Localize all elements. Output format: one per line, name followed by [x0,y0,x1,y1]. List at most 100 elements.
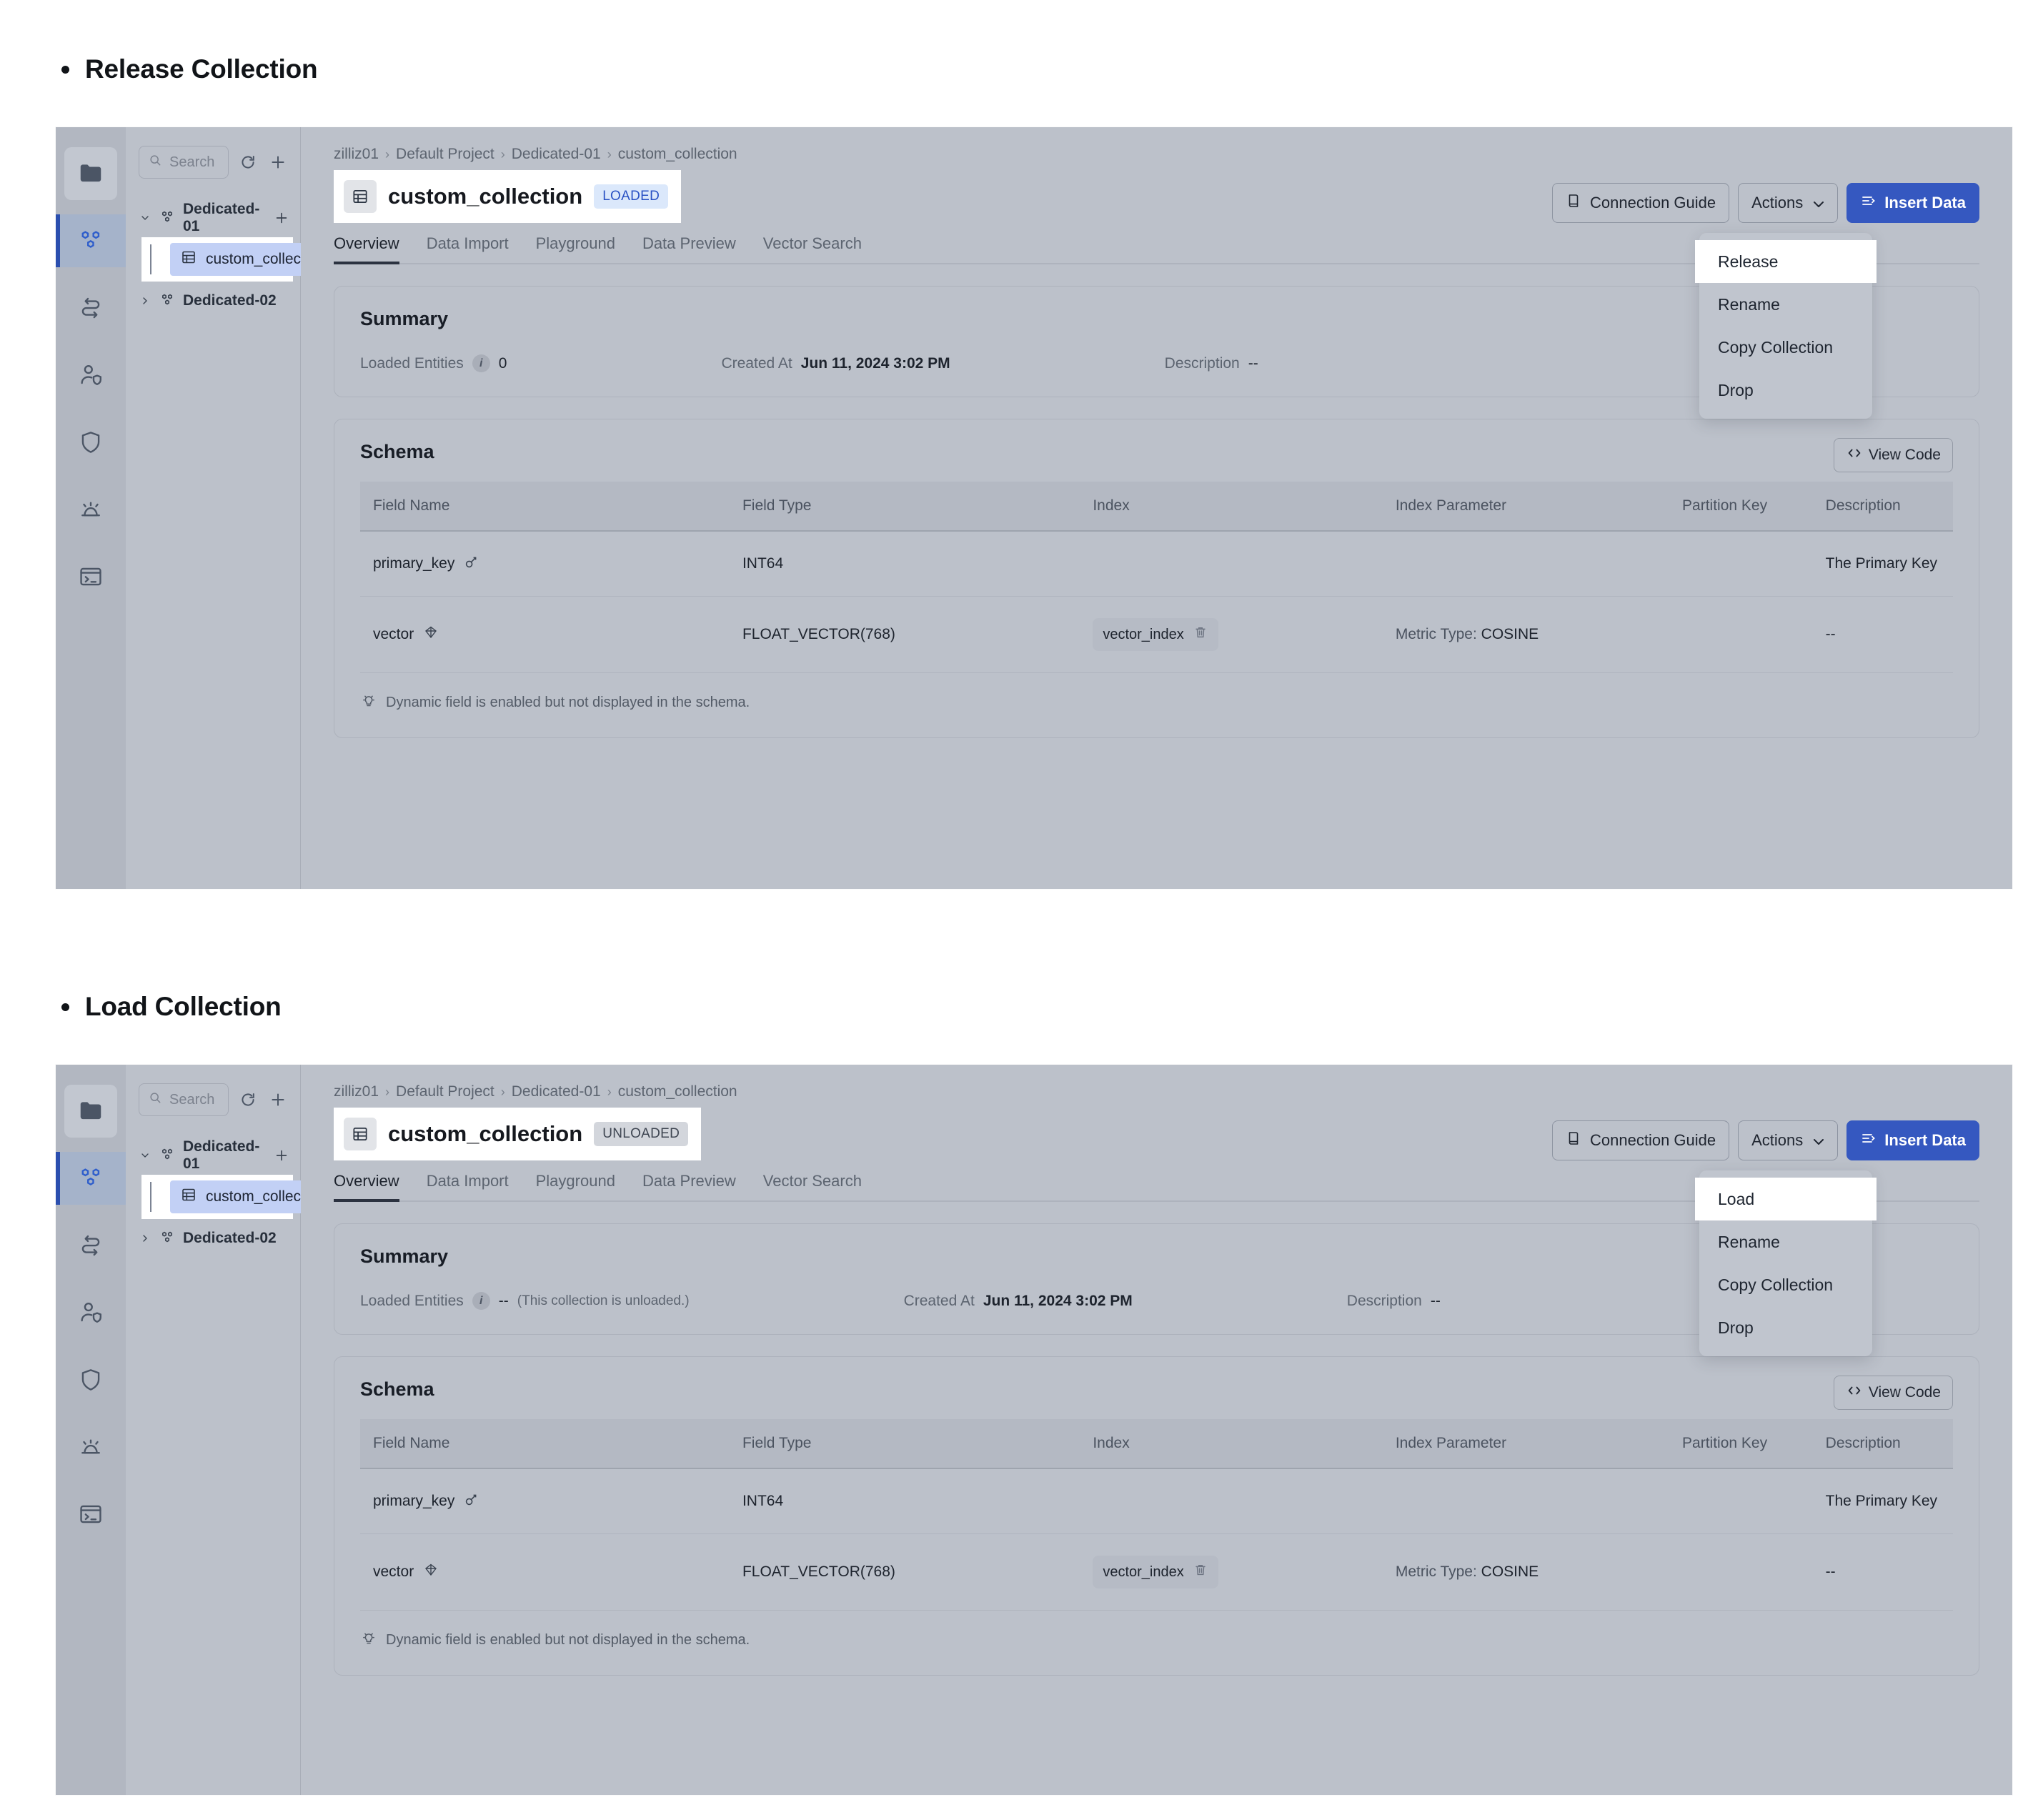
folder-icon[interactable] [64,147,117,200]
schema-table: Field Name Field Type Index Index Parame… [360,1419,1953,1611]
tree-guide-line [150,244,151,274]
cluster-icon[interactable] [56,214,126,267]
tree-item-label: Dedicated-01 [183,1138,260,1172]
cluster-icon [159,292,176,309]
info-icon[interactable]: i [472,1292,490,1310]
menu-item-rename[interactable]: Rename [1699,283,1872,326]
breadcrumb-item-cluster[interactable]: Dedicated-01 [512,146,601,163]
actions-button[interactable]: Actions [1738,183,1839,223]
refresh-icon[interactable] [237,1089,259,1110]
insert-data-label: Insert Data [1884,194,1966,212]
cell-description: The Primary Key [1825,531,1953,597]
field-name-label: primary_key [373,1493,455,1509]
cell-description: -- [1825,596,1953,673]
breadcrumb: zilliz01 › Default Project › Dedicated-0… [334,146,1979,163]
menu-item-rename[interactable]: Rename [1699,1220,1872,1263]
chevron-down-icon [139,212,151,224]
main-content: zilliz01 › Default Project › Dedicated-0… [301,127,2012,889]
actions-button[interactable]: Actions [1738,1120,1839,1160]
menu-item-drop[interactable]: Drop [1699,1306,1872,1349]
menu-item-load[interactable]: Load [1695,1178,1877,1220]
cluster-icon[interactable] [56,1152,126,1205]
book-icon [1566,1130,1583,1151]
trash-icon[interactable] [1193,625,1208,645]
connection-guide-button[interactable]: Connection Guide [1552,1120,1730,1160]
tree-item-dedicated-02[interactable]: Dedicated-02 [126,1222,300,1255]
shield-icon[interactable] [64,1353,117,1406]
loaded-entities-cell: Loaded Entities i 0 [360,354,507,372]
created-at-cell: Created At Jun 11, 2024 3:02 PM [721,355,950,372]
terminal-icon[interactable] [64,550,117,603]
tree-item-dedicated-01[interactable]: Dedicated-01 [126,201,300,234]
column-index-parameter: Index Parameter [1395,1419,1683,1469]
tab-overview[interactable]: Overview [334,234,399,264]
insert-data-button[interactable]: Insert Data [1846,183,1979,223]
add-collection-to-cluster-icon[interactable] [274,1148,289,1163]
tree-item-dedicated-02[interactable]: Dedicated-02 [126,284,300,317]
metric-type-value: COSINE [1481,626,1539,642]
breadcrumb: zilliz01 › Default Project › Dedicated-0… [334,1083,1979,1100]
migration-icon[interactable] [64,282,117,334]
trash-icon[interactable] [1193,1562,1208,1582]
index-chip[interactable]: vector_index [1093,1556,1218,1588]
column-field-name: Field Name [360,1419,742,1469]
view-code-button[interactable]: View Code [1833,1376,1953,1410]
terminal-icon[interactable] [64,1488,117,1541]
menu-item-release[interactable]: Release [1695,240,1877,283]
created-at-label: Created At [903,1292,975,1309]
add-collection-icon[interactable] [267,1089,289,1110]
cell-partition-key [1682,531,1826,597]
shield-icon[interactable] [64,416,117,469]
tab-playground[interactable]: Playground [536,1172,615,1200]
view-code-label: View Code [1868,447,1941,463]
alert-icon[interactable] [64,483,117,536]
alert-icon[interactable] [64,1421,117,1473]
menu-item-copy-collection[interactable]: Copy Collection [1699,1263,1872,1306]
tab-data-preview[interactable]: Data Preview [642,1172,736,1200]
tab-data-import[interactable]: Data Import [427,1172,509,1200]
menu-item-drop[interactable]: Drop [1699,369,1872,412]
breadcrumb-item-project[interactable]: Default Project [396,1083,494,1100]
tab-vector-search[interactable]: Vector Search [763,234,862,263]
tab-data-import[interactable]: Data Import [427,234,509,263]
lightbulb-icon [360,692,377,713]
actions-dropdown-menu: Load Rename Copy Collection Drop [1695,1170,1877,1356]
tab-overview[interactable]: Overview [334,1172,399,1202]
index-chip[interactable]: vector_index [1093,618,1218,651]
breadcrumb-separator: › [385,146,390,161]
user-access-icon[interactable] [64,1286,117,1339]
refresh-icon[interactable] [237,151,259,173]
search-icon [148,153,162,171]
connection-guide-button[interactable]: Connection Guide [1552,183,1730,223]
loaded-entities-cell: Loaded Entities i -- (This collection is… [360,1292,690,1310]
index-chip-label: vector_index [1103,626,1184,642]
menu-item-copy-collection[interactable]: Copy Collection [1699,326,1872,369]
cell-index-parameter [1395,531,1683,597]
folder-icon[interactable] [64,1085,117,1138]
search-icon [148,1090,162,1109]
cluster-icon [159,1230,176,1247]
tab-vector-search[interactable]: Vector Search [763,1172,862,1200]
insert-data-button[interactable]: Insert Data [1846,1120,1979,1160]
view-code-button[interactable]: View Code [1833,438,1953,472]
tab-data-preview[interactable]: Data Preview [642,234,736,263]
add-collection-icon[interactable] [267,151,289,173]
tree-item-dedicated-01[interactable]: Dedicated-01 [126,1138,300,1172]
breadcrumb-item-project[interactable]: Default Project [396,146,494,163]
breadcrumb-item-org[interactable]: zilliz01 [334,1083,379,1100]
cell-field-type: INT64 [742,1468,1093,1534]
tab-playground[interactable]: Playground [536,234,615,263]
cell-partition-key [1682,1533,1826,1611]
migration-icon[interactable] [64,1219,117,1272]
search-input[interactable]: Search [139,146,229,179]
column-field-name: Field Name [360,482,742,532]
info-icon[interactable]: i [472,354,490,372]
collection-tree-sidebar: Search Dedicated-01 custom_collection De… [126,1065,335,1795]
vector-icon [422,1561,439,1583]
add-collection-to-cluster-icon[interactable] [274,210,289,226]
search-input[interactable]: Search [139,1083,229,1116]
breadcrumb-item-org[interactable]: zilliz01 [334,146,379,163]
user-access-icon[interactable] [64,349,117,402]
bullet-icon [61,1003,69,1011]
breadcrumb-item-cluster[interactable]: Dedicated-01 [512,1083,601,1100]
